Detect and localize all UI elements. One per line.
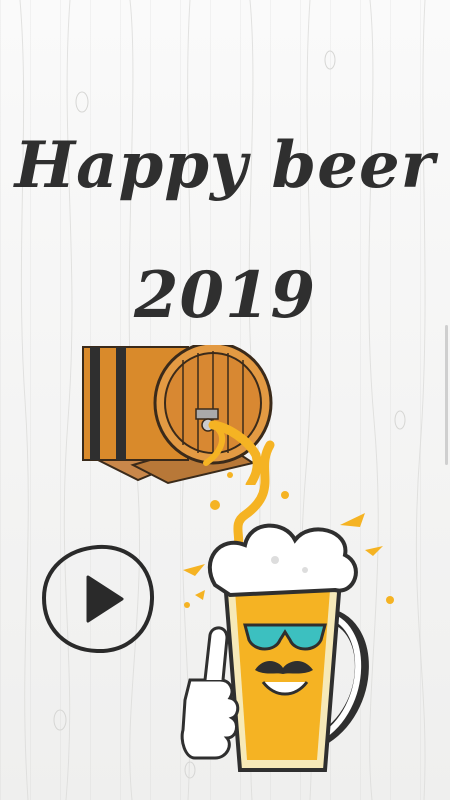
scrollbar[interactable] <box>445 325 448 465</box>
play-icon <box>41 544 155 654</box>
play-button[interactable] <box>40 543 156 655</box>
title-happy-beer: Happy beer <box>14 128 436 203</box>
title-year: 2019 <box>133 258 317 333</box>
beer-mug-character-illustration <box>180 440 394 772</box>
